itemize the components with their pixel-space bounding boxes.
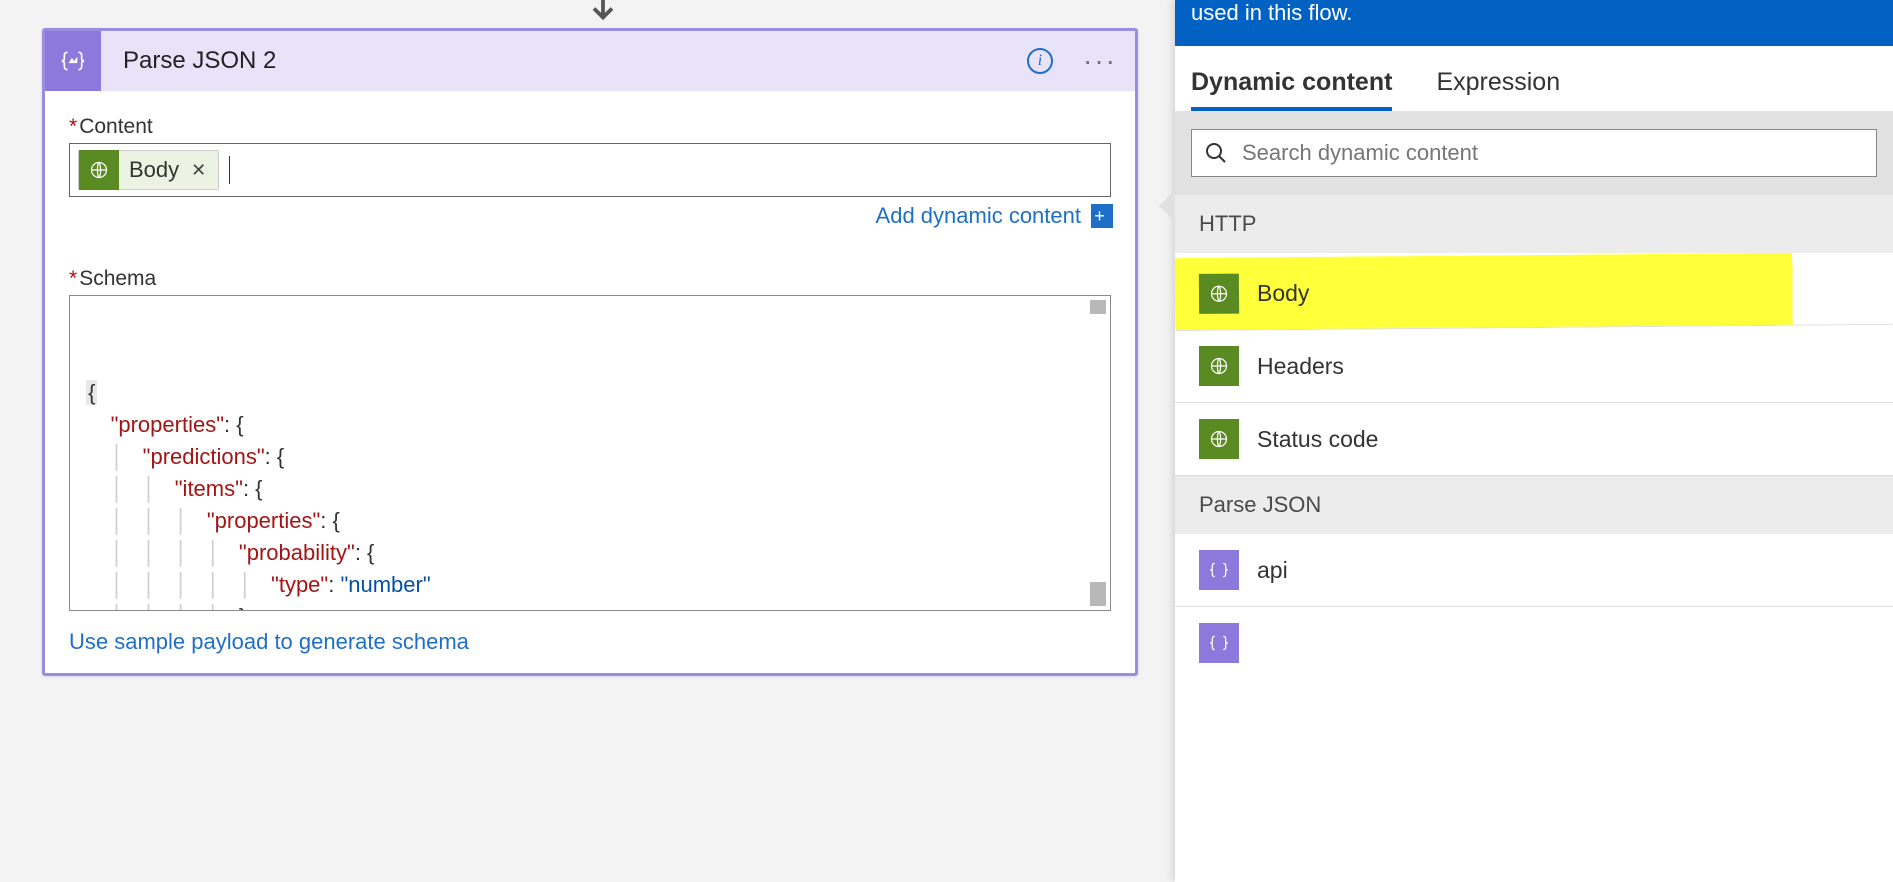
group-header-parse-json: Parse JSON [1175,476,1893,534]
search-wrap [1175,111,1893,195]
add-dynamic-plus-button[interactable]: + [1091,204,1111,228]
panel-callout-arrow-icon [1159,190,1175,222]
parse-json-icon [45,31,101,91]
search-input[interactable] [1242,140,1864,166]
content-input[interactable]: Body ✕ [69,143,1111,197]
dynamic-item-label: Status code [1257,426,1378,453]
scrollbar-top[interactable] [1090,300,1106,314]
action-card-header[interactable]: Parse JSON 2 i ··· [45,31,1135,91]
dynamic-item-label: Body [1257,280,1309,307]
add-dynamic-content-link[interactable]: Add dynamic content [876,203,1081,229]
schema-field-label: *Schema [69,267,1111,291]
dynamic-item-label: api [1257,557,1288,584]
dynamic-content-panel: used in this flow. Dynamic content Expre… [1175,0,1893,882]
tab-dynamic-content[interactable]: Dynamic content [1191,68,1392,111]
dynamic-item-label: Headers [1257,353,1344,380]
search-icon [1204,141,1228,165]
content-field-label: *Content [69,115,1111,139]
tab-expression[interactable]: Expression [1436,68,1560,111]
dynamic-item-body[interactable]: Body [1175,252,1893,331]
info-button[interactable]: i [1027,48,1053,74]
dynamic-item-partial[interactable] [1175,607,1893,663]
group-header-http: HTTP [1175,195,1893,253]
search-box[interactable] [1191,129,1877,177]
globe-icon [79,150,119,190]
dynamic-item-headers[interactable]: Headers [1175,330,1893,403]
parse-json-icon [1199,623,1239,663]
parse-json-icon [1199,550,1239,590]
globe-icon [1199,346,1239,386]
action-menu-button[interactable]: ··· [1083,45,1117,77]
panel-header-bar: used in this flow. [1175,0,1893,46]
token-label: Body [119,157,189,183]
use-sample-payload-link[interactable]: Use sample payload to generate schema [69,629,469,655]
globe-icon [1199,419,1239,459]
text-cursor [229,156,230,184]
panel-tabs: Dynamic content Expression [1175,46,1893,111]
body-token[interactable]: Body ✕ [78,150,219,190]
action-card-body: *Content Body ✕ Add dynamic content + *S… [45,91,1135,673]
dynamic-item-status-code[interactable]: Status code [1175,403,1893,476]
token-remove-icon[interactable]: ✕ [189,160,218,181]
flow-arrow-down-icon [583,0,623,25]
globe-icon [1199,274,1239,314]
parse-json-action-card: Parse JSON 2 i ··· *Content Body ✕ Add d… [42,28,1138,676]
schema-textarea[interactable]: { "properties": { │ "predictions": { │ │… [69,295,1111,611]
scrollbar-thumb[interactable] [1090,582,1106,606]
dynamic-item-api[interactable]: api [1175,534,1893,607]
action-title: Parse JSON 2 [101,47,1027,75]
